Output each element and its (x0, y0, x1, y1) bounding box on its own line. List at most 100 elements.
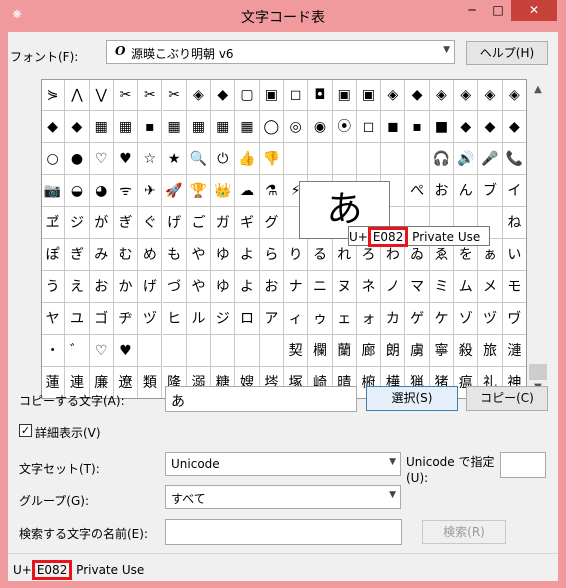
grid-cell[interactable]: ⋟ (41, 79, 66, 111)
grid-cell[interactable]: ◎ (284, 111, 309, 143)
grid-cell[interactable]: ら (259, 239, 284, 271)
copy-button[interactable]: コピー(C) (466, 386, 548, 411)
grid-cell[interactable]: ェ (332, 303, 357, 335)
grid-scrollbar[interactable]: ▲ ▼ (527, 79, 549, 399)
title-bar[interactable]: ❋ 文字コード表 ─ □ ✕ (0, 0, 566, 32)
grid-cell[interactable]: ☁ (235, 175, 260, 207)
grid-cell[interactable]: ヅ (138, 303, 163, 335)
grid-cell[interactable]: ゆ (211, 271, 236, 303)
grid-cell[interactable]: ◆ (65, 111, 90, 143)
grid-cell[interactable]: ⋁ (89, 79, 114, 111)
grid-cell[interactable]: 蘭 (332, 335, 357, 367)
grid-cell[interactable]: ケ (429, 303, 455, 335)
grid-cell[interactable]: 類 (138, 367, 163, 399)
grid-cell[interactable]: ノ (381, 271, 406, 303)
grid-cell[interactable] (235, 335, 260, 367)
grid-cell[interactable]: 虜 (405, 335, 430, 367)
grid-cell[interactable]: ヤ (41, 303, 66, 335)
grid-cell[interactable]: ▪ (405, 111, 430, 143)
help-button[interactable]: ヘルプ(H) (466, 41, 548, 65)
grid-cell[interactable]: 📞 (502, 143, 527, 175)
grid-cell[interactable]: ヅ (478, 303, 503, 335)
grid-cell[interactable]: ご (186, 207, 212, 239)
grid-cell[interactable]: ◈ (454, 79, 479, 111)
grid-cell[interactable]: ゾ (454, 303, 479, 335)
grid-cell[interactable]: ね (502, 207, 527, 239)
grid-cell[interactable]: ᯤ (113, 175, 139, 207)
grid-cell[interactable]: か (113, 271, 139, 303)
charset-select[interactable]: Unicode ▼ (165, 452, 401, 476)
grid-cell[interactable]: 🎤 (478, 143, 503, 175)
grid-cell[interactable]: ニ (308, 271, 333, 303)
grid-cell[interactable]: ん (454, 175, 479, 207)
grid-cell[interactable]: げ (162, 207, 187, 239)
grid-cell[interactable]: げ (138, 271, 163, 303)
grid-cell[interactable]: ✂ (138, 79, 163, 111)
grid-cell[interactable]: ◆ (41, 111, 66, 143)
grid-cell[interactable]: ヒ (162, 303, 187, 335)
font-select[interactable]: O 源暎こぶり明朝 v6 ▼ (106, 40, 455, 64)
grid-cell[interactable] (211, 335, 236, 367)
grid-cell[interactable]: ォ (356, 303, 382, 335)
grid-cell[interactable]: 👑 (211, 175, 236, 207)
grid-cell[interactable]: イ (502, 175, 527, 207)
grid-cell[interactable]: ☆ (138, 143, 163, 175)
grid-cell[interactable]: ♡ (89, 335, 114, 367)
grid-cell[interactable]: 寧 (429, 335, 455, 367)
grid-cell[interactable]: 漣 (502, 335, 527, 367)
grid-cell[interactable]: 🚀 (162, 175, 187, 207)
grid-cell[interactable]: る (308, 239, 333, 271)
grid-cell[interactable]: ⚗ (259, 175, 284, 207)
grid-cell[interactable]: ★ (162, 143, 187, 175)
grid-cell[interactable]: ぺ (405, 175, 430, 207)
grid-cell[interactable]: ヂ (113, 303, 139, 335)
grid-cell[interactable]: や (186, 239, 212, 271)
grid-cell[interactable]: ユ (65, 303, 90, 335)
grid-cell[interactable]: ▦ (113, 111, 139, 143)
grid-cell[interactable]: ◆ (454, 111, 479, 143)
grid-cell[interactable]: ギ (235, 207, 260, 239)
details-label[interactable]: 詳細表示(V) (35, 424, 101, 441)
grid-cell[interactable]: ✈ (138, 175, 163, 207)
grid-cell[interactable]: ロ (235, 303, 260, 335)
grid-cell[interactable]: お (429, 175, 455, 207)
search-input[interactable] (165, 519, 402, 545)
grid-cell[interactable]: 欄 (308, 335, 333, 367)
grid-cell[interactable]: ◕ (89, 175, 114, 207)
grid-cell[interactable]: ゛ (65, 335, 90, 367)
grid-cell[interactable]: ▪ (138, 111, 163, 143)
grid-cell[interactable] (138, 335, 163, 367)
grid-cell[interactable]: ✂ (113, 79, 139, 111)
grid-cell[interactable]: ○ (41, 143, 66, 175)
grid-cell[interactable]: ▣ (259, 79, 284, 111)
grid-cell[interactable]: み (89, 239, 114, 271)
grid-cell[interactable]: ぐ (138, 207, 163, 239)
grid-cell[interactable]: む (113, 239, 139, 271)
grid-cell[interactable]: ◆ (405, 79, 430, 111)
grid-cell[interactable]: ガ (211, 207, 236, 239)
grid-cell[interactable]: ▦ (162, 111, 187, 143)
grid-cell[interactable]: い (502, 239, 527, 271)
grid-cell[interactable]: ヹ (41, 207, 66, 239)
grid-cell[interactable]: 廊 (356, 335, 382, 367)
grid-cell[interactable]: よ (235, 271, 260, 303)
grid-cell[interactable]: や (186, 271, 212, 303)
grid-cell[interactable]: ◈ (502, 79, 527, 111)
grid-cell[interactable]: も (162, 239, 187, 271)
grid-cell[interactable]: ぎ (65, 239, 90, 271)
grid-cell[interactable]: ◼ (381, 111, 406, 143)
grid-cell[interactable]: ナ (284, 271, 309, 303)
grid-cell[interactable]: ゆ (211, 239, 236, 271)
grid-cell[interactable]: メ (478, 271, 503, 303)
grid-cell[interactable]: ▣ (356, 79, 382, 111)
grid-cell[interactable] (405, 143, 430, 175)
grid-cell[interactable]: ゴ (89, 303, 114, 335)
scroll-thumb[interactable] (529, 364, 547, 380)
grid-cell[interactable] (162, 335, 187, 367)
grid-cell[interactable]: 📷 (41, 175, 66, 207)
group-select[interactable]: すべて ▼ (165, 485, 401, 509)
grid-cell[interactable]: 👍 (235, 143, 260, 175)
grid-cell[interactable]: ◈ (478, 79, 503, 111)
close-button[interactable]: ✕ (511, 0, 557, 21)
grid-cell[interactable]: ♥ (113, 335, 139, 367)
